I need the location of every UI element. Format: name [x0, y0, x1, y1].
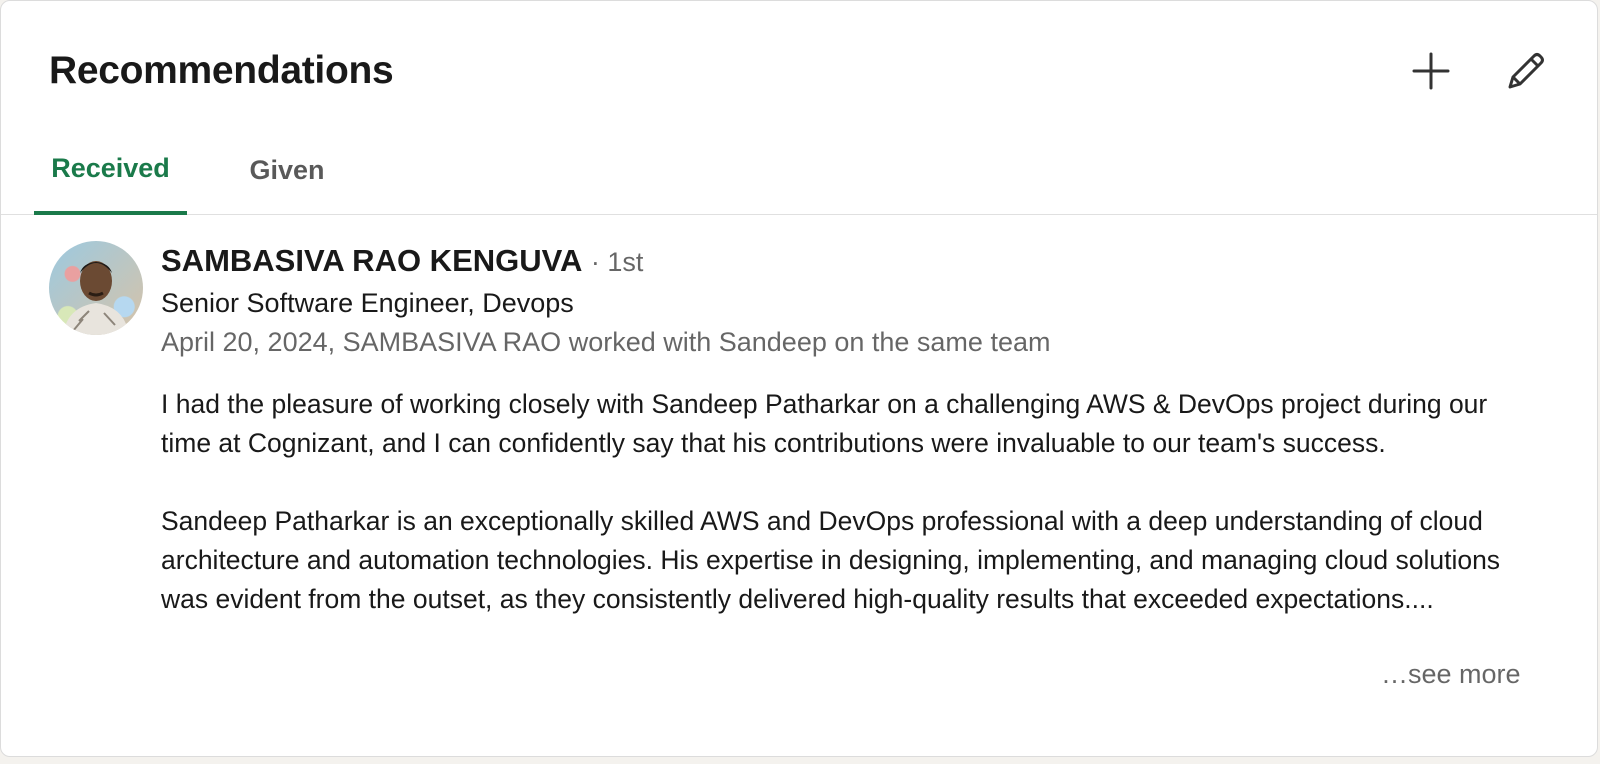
avatar-person-icon [63, 261, 129, 335]
recommender-name-line: SAMBASIVA RAO KENGUVA · 1st [161, 243, 643, 279]
see-more-link[interactable]: …see more [1381, 659, 1521, 690]
pencil-icon [1504, 49, 1548, 93]
avatar[interactable] [49, 241, 143, 335]
recommendation-paragraph: I had the pleasure of working closely wi… [161, 389, 1488, 458]
card-header: Recommendations [1, 1, 1597, 141]
edit-recommendations-button[interactable] [1496, 41, 1556, 101]
recommender-headline: Senior Software Engineer, Devops [161, 288, 574, 318]
section-title: Recommendations [49, 49, 394, 92]
tab-received[interactable]: Received [34, 131, 187, 215]
recommendation-paragraph: Sandeep Patharkar is an exceptionally sk… [161, 506, 1501, 614]
recommendation-text: I had the pleasure of working closely wi… [161, 385, 1536, 619]
recommendation-meta: April 20, 2024, SAMBASIVA RAO worked wit… [161, 327, 1051, 357]
connection-degree: · 1st [590, 247, 644, 277]
add-recommendation-button[interactable] [1401, 41, 1461, 101]
recommendation-tabs: Received Given [1, 131, 1597, 215]
plus-icon [1411, 51, 1451, 91]
recommender-name[interactable]: SAMBASIVA RAO KENGUVA [161, 243, 582, 278]
tab-given[interactable]: Given [237, 131, 337, 215]
recommendations-card: Recommendations Received Given SAMBASIVA… [0, 0, 1598, 757]
